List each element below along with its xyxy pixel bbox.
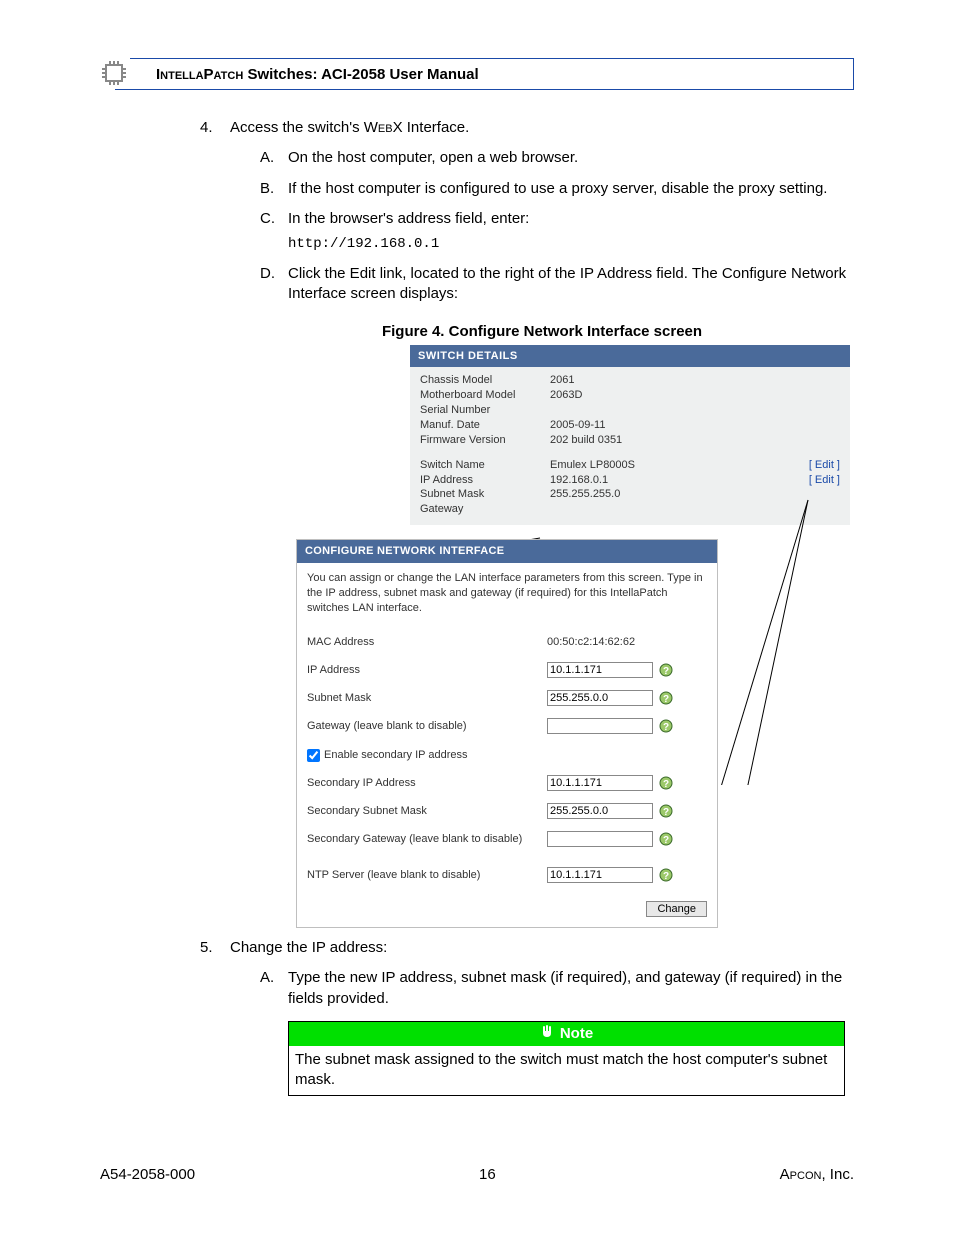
cni-secondary-subnet-row: Secondary Subnet Mask ?: [307, 803, 707, 819]
step-4b: B. If the host computer is configured to…: [260, 179, 854, 199]
sd-manuf-date: Manuf. Date2005-09-11: [420, 418, 840, 433]
page-header: IntellaPatch Switches: ACI-2058 User Man…: [115, 58, 854, 90]
help-icon[interactable]: ?: [659, 804, 673, 818]
sd-serial-number: Serial Number: [420, 403, 840, 418]
help-icon[interactable]: ?: [659, 832, 673, 846]
change-button[interactable]: Change: [646, 901, 707, 917]
cni-ip-address-row: IP Address ?: [307, 662, 707, 678]
cni-secondary-gateway-row: Secondary Gateway (leave blank to disabl…: [307, 831, 707, 847]
enable-secondary-ip-row: Enable secondary IP address: [307, 748, 707, 763]
subnet-mask-input[interactable]: [547, 690, 653, 706]
cni-gateway-row: Gateway (leave blank to disable) ?: [307, 718, 707, 734]
footer-doc-number: A54-2058-000: [100, 1166, 195, 1183]
svg-text:?: ?: [663, 666, 669, 677]
cni-ntp-row: NTP Server (leave blank to disable) ?: [307, 867, 707, 883]
svg-text:?: ?: [663, 835, 669, 846]
footer-page-number: 16: [479, 1166, 496, 1183]
cni-intro: You can assign or change the LAN interfa…: [307, 571, 707, 616]
step-4: 4. Access the switch's WebX Interface. A…: [200, 118, 854, 928]
ip-address-input[interactable]: [547, 662, 653, 678]
enable-secondary-ip-checkbox[interactable]: [307, 749, 320, 762]
switch-details-panel: SWITCH DETAILS Chassis Model2061 Motherb…: [410, 345, 850, 525]
step-4-text: Access the switch's WebX Interface.: [230, 119, 469, 136]
switch-details-header: SWITCH DETAILS: [410, 345, 850, 368]
sd-firmware-version: Firmware Version202 build 0351: [420, 433, 840, 448]
sd-switch-name: Switch NameEmulex LP8000S[ Edit ]: [420, 458, 840, 473]
cni-secondary-ip-row: Secondary IP Address ?: [307, 775, 707, 791]
enable-secondary-ip-label: Enable secondary IP address: [324, 748, 468, 763]
secondary-gateway-input[interactable]: [547, 831, 653, 847]
svg-text:?: ?: [663, 779, 669, 790]
header-title: IntellaPatch Switches: ACI-2058 User Man…: [156, 66, 479, 83]
chip-icon: [98, 57, 130, 89]
sd-chassis-model: Chassis Model2061: [420, 373, 840, 388]
edit-switch-name-link[interactable]: [ Edit ]: [809, 458, 840, 473]
step-number: 4.: [200, 118, 230, 928]
sd-ip-address: IP Address192.168.0.1[ Edit ]: [420, 473, 840, 488]
help-icon[interactable]: ?: [659, 719, 673, 733]
help-icon[interactable]: ?: [659, 663, 673, 677]
figure-caption: Figure 4. Configure Network Interface sc…: [230, 322, 854, 342]
step-5: 5. Change the IP address: A. Type the ne…: [200, 938, 854, 1096]
cni-header: CONFIGURE NETWORK INTERFACE: [297, 540, 717, 563]
sd-motherboard-model: Motherboard Model2063D: [420, 388, 840, 403]
secondary-subnet-input[interactable]: [547, 803, 653, 819]
help-icon[interactable]: ?: [659, 868, 673, 882]
svg-text:?: ?: [663, 871, 669, 882]
help-icon[interactable]: ?: [659, 691, 673, 705]
edit-ip-address-link[interactable]: [ Edit ]: [809, 473, 840, 488]
note-header: Note: [289, 1022, 844, 1046]
ntp-server-input[interactable]: [547, 867, 653, 883]
sd-gateway: Gateway: [420, 502, 840, 517]
note-box: Note The subnet mask assigned to the swi…: [288, 1021, 845, 1096]
cni-subnet-mask-row: Subnet Mask ?: [307, 690, 707, 706]
svg-text:?: ?: [663, 807, 669, 818]
step-5a: A. Type the new IP address, subnet mask …: [260, 968, 854, 1009]
step-4a: A. On the host computer, open a web brow…: [260, 148, 854, 168]
step-number: 5.: [200, 938, 230, 1096]
configure-network-interface-panel: CONFIGURE NETWORK INTERFACE You can assi…: [296, 539, 718, 928]
secondary-ip-input[interactable]: [547, 775, 653, 791]
step-5-text: Change the IP address:: [230, 939, 387, 956]
help-icon[interactable]: ?: [659, 776, 673, 790]
hand-icon: [540, 1024, 554, 1044]
step-4d: D. Click the Edit link, located to the r…: [260, 264, 854, 305]
page-footer: A54-2058-000 16 Apcon, Inc.: [100, 1166, 854, 1183]
sd-subnet-mask: Subnet Mask255.255.255.0: [420, 487, 840, 502]
svg-text:?: ?: [663, 694, 669, 705]
cni-mac-address: MAC Address 00:50:c2:14:62:62: [307, 635, 707, 650]
note-title: Note: [560, 1024, 593, 1044]
step-4c: C. In the browser's address field, enter…: [260, 209, 854, 229]
step-4c-code: http://192.168.0.1: [288, 235, 854, 254]
footer-company: Apcon, Inc.: [780, 1166, 854, 1183]
gateway-input[interactable]: [547, 718, 653, 734]
note-body: The subnet mask assigned to the switch m…: [289, 1046, 844, 1095]
svg-text:?: ?: [663, 722, 669, 733]
